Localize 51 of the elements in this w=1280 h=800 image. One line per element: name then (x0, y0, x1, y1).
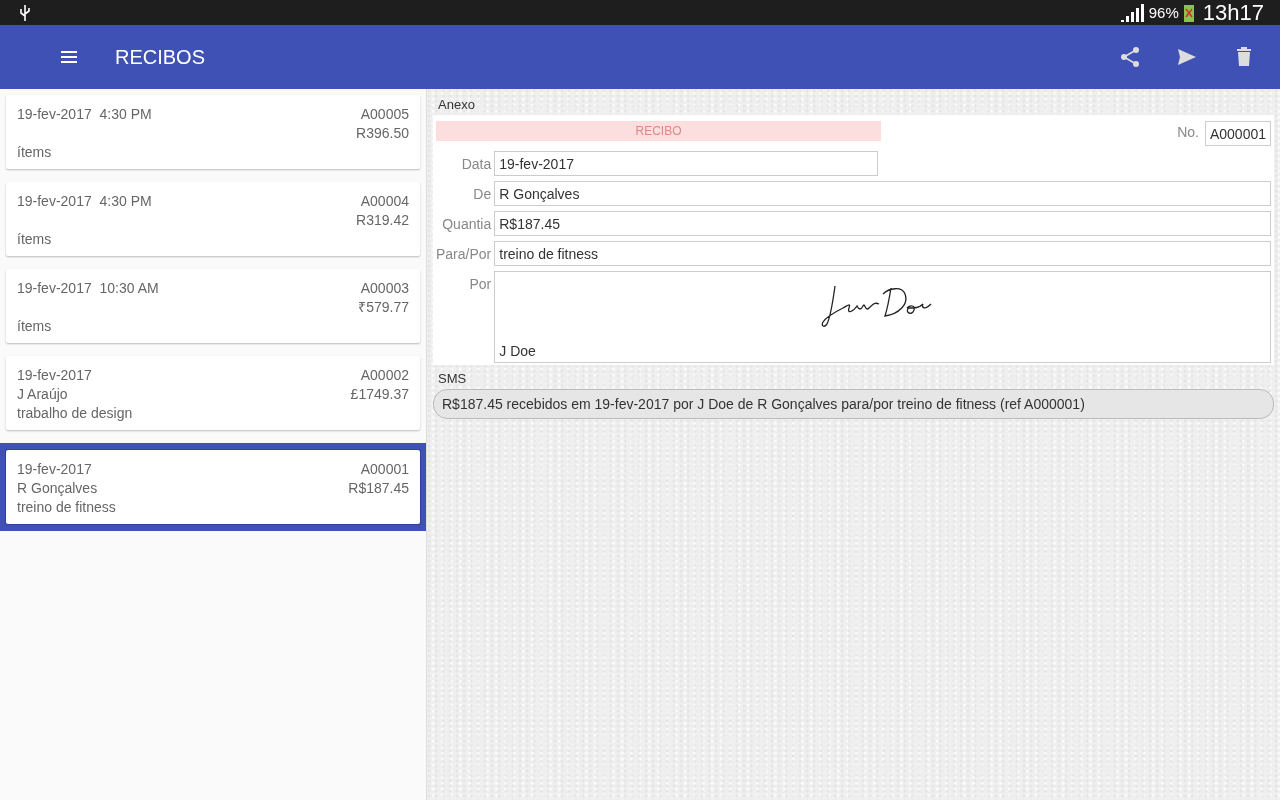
app-title: RECIBOS (115, 45, 207, 69)
receipt-banner: RECIBO (436, 121, 881, 141)
field-label: Data (460, 155, 492, 174)
input-field[interactable]: treino de fitness (494, 241, 1271, 266)
number-field[interactable]: A000001 (1204, 121, 1271, 146)
receipt-card[interactable]: 19-fev-2017 J Araújo trabalho de design A00002 £1749.37 (6, 356, 420, 430)
share-icon[interactable] (1118, 45, 1142, 69)
receipt-number: A00003 (360, 279, 409, 298)
usb-icon (18, 3, 32, 22)
receipt-date: 19-fev-2017 10:30 AM (17, 279, 159, 298)
signature-field[interactable]: J Doe (494, 271, 1271, 363)
receipt-date: 19-fev-2017 4:30 PM (17, 105, 152, 124)
receipt-number: A00005 (360, 105, 409, 124)
sms-message: R$187.45 recebidos em 19-fev-2017 por J Doe de R Gonçalves para/por treino de fitness (ref A000001) (433, 389, 1274, 419)
battery-icon (1182, 2, 1195, 23)
input-field[interactable]: R Gonçalves (494, 181, 1271, 206)
receipt-date: 19-fev-2017 4:30 PM (17, 192, 152, 211)
receipt-detail: ítems (17, 143, 52, 162)
field-label: De (472, 185, 492, 204)
signal-icon (1120, 3, 1145, 22)
receipt-card[interactable]: 19-fev-2017 4:30 PM ítems A00004 R319.42 (6, 182, 420, 256)
receipt-date: 19-fev-2017 (17, 366, 92, 385)
receipt-number: A00004 (360, 192, 409, 211)
signer-name: J Doe (499, 343, 537, 359)
input-field[interactable]: R$187.45 (494, 211, 1271, 236)
receipt-amount: R$187.45 (348, 479, 409, 498)
field-label: Por (468, 275, 492, 294)
sms-label: SMS (438, 371, 467, 386)
receipt-amount: ₹579.77 (358, 298, 409, 317)
receipt-card[interactable]: 19-fev-2017 4:30 PM ítems A00005 R396.50 (6, 95, 420, 169)
clock: 13h17 (1202, 0, 1264, 26)
receipt-detail: ítems (17, 317, 52, 336)
receipt-date: 19-fev-2017 (17, 460, 92, 479)
battery-percent: 96% (1148, 4, 1179, 21)
input-field[interactable]: 19-fev-2017 (494, 151, 879, 176)
number-label: No. (1177, 123, 1199, 140)
receipt-detail: J Araújo (17, 385, 68, 404)
receipt-card[interactable]: 19-fev-2017 10:30 AM ítems A00003 ₹579.77 (6, 269, 420, 343)
field-label: Para/Por (436, 245, 492, 264)
receipt-card[interactable]: 19-fev-2017 R Gonçalves treino de fitness A00001 R$187.45 (6, 450, 420, 524)
receipt-number: A00001 (360, 460, 409, 479)
attachment-label: Anexo (438, 97, 475, 112)
receipt-amount: £1749.37 (350, 385, 409, 404)
field-label: Quantia (441, 215, 492, 234)
receipt-detail: R Gonçalves (17, 479, 98, 498)
receipt-amount: R319.42 (356, 211, 409, 230)
receipt-detail: treino de fitness (17, 498, 116, 517)
receipt-detail: trabalho de design (17, 404, 133, 423)
receipt-amount: R396.50 (356, 124, 409, 143)
receipt-number: A00002 (360, 366, 409, 385)
receipt-detail: ítems (17, 230, 52, 249)
